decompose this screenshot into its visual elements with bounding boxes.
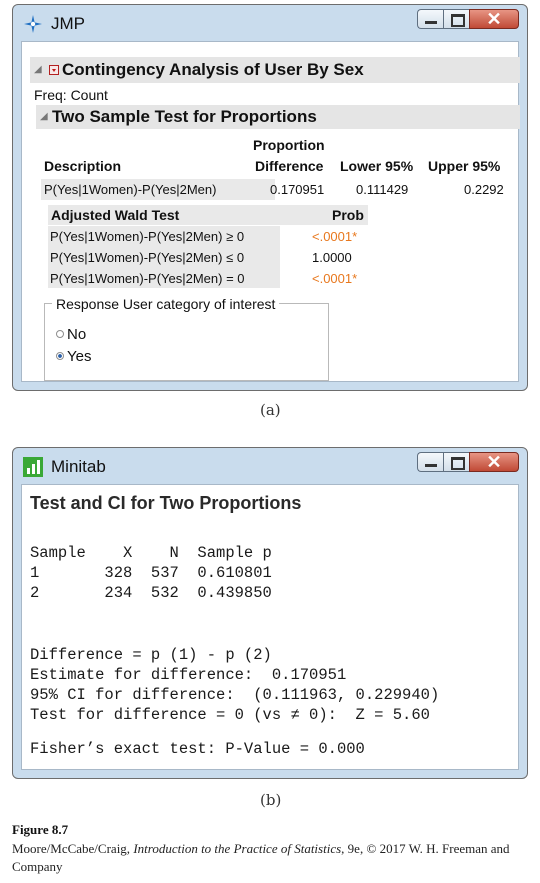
- response-groupbox: [44, 303, 329, 381]
- minitab-session-area: Test and CI for Two Proportions Sample X…: [21, 484, 519, 770]
- session-heading: Test and CI for Two Proportions: [30, 493, 302, 513]
- maximize-icon: [451, 14, 465, 27]
- close-button[interactable]: ✕: [469, 9, 519, 29]
- output-line: Sample X N Sample p: [30, 544, 272, 562]
- caption-a: (a): [260, 401, 281, 419]
- window-controls: ✕: [417, 452, 519, 472]
- figure-label: Figure 8.7: [12, 822, 69, 837]
- output-line: 1 328 537 0.610801: [30, 564, 272, 582]
- report-title: Contingency Analysis of User By Sex: [62, 60, 364, 79]
- output-line: Difference = p (1) - p (2): [30, 646, 272, 664]
- jmp-star-icon: [24, 15, 42, 33]
- jmp-titlebar[interactable]: JMP ✕: [13, 5, 527, 41]
- report-header[interactable]: ◢ Contingency Analysis of User By Sex: [30, 57, 520, 83]
- output-line: Test for difference = 0 (vs ≠ 0): Z = 5.…: [30, 706, 430, 724]
- output-line: 95% CI for difference: (0.111963, 0.2299…: [30, 686, 440, 704]
- close-icon: ✕: [486, 9, 502, 29]
- minimize-button[interactable]: [417, 452, 443, 472]
- credit-authors: Moore/McCabe/Craig,: [12, 841, 134, 856]
- wald-row-prob: 1.0000: [312, 250, 352, 265]
- col-header-lower: Lower 95%: [340, 158, 414, 174]
- freq-label: Freq: Count: [34, 87, 108, 103]
- wald-row-test: P(Yes|1Women)-P(Yes|2Men) ≥ 0: [50, 229, 245, 244]
- figure-credit: Moore/McCabe/Craig, Introduction to the …: [12, 840, 532, 876]
- wald-row-test: P(Yes|1Women)-P(Yes|2Men) = 0: [50, 271, 245, 286]
- wald-col-test: Adjusted Wald Test: [51, 207, 180, 223]
- col-header-proportion: Proportion: [253, 137, 325, 153]
- jmp-window: JMP ✕ ◢ Contingency Analysis of User By …: [12, 4, 528, 391]
- maximize-button[interactable]: [443, 9, 469, 29]
- minimize-icon: [425, 21, 437, 24]
- credit-book: Introduction to the Practice of Statisti…: [133, 841, 342, 856]
- close-button[interactable]: ✕: [469, 452, 519, 472]
- minitab-titlebar[interactable]: Minitab ✕: [13, 448, 527, 484]
- minimize-button[interactable]: [417, 9, 443, 29]
- radio-yes[interactable]: [56, 352, 64, 360]
- disclosure-icon[interactable]: ◢: [34, 64, 42, 75]
- disclosure-icon[interactable]: ◢: [40, 111, 48, 122]
- section-title: Two Sample Test for Proportions: [52, 107, 317, 126]
- bar-chart-icon: [23, 457, 43, 477]
- wald-row-prob: <.0001*: [312, 271, 358, 286]
- row-upper: 0.2292: [464, 182, 504, 197]
- wald-col-prob: Prob: [332, 207, 364, 223]
- maximize-button[interactable]: [443, 452, 469, 472]
- row-difference: 0.170951: [270, 182, 325, 197]
- window-title: Minitab: [51, 457, 106, 476]
- window-controls: ✕: [417, 9, 519, 29]
- radio-no[interactable]: [56, 330, 64, 338]
- section-header[interactable]: ◢ Two Sample Test for Proportions: [36, 105, 520, 129]
- wald-row-prob: <.0001*: [312, 229, 358, 244]
- row-description: P(Yes|1Women)-P(Yes|2Men): [44, 182, 217, 197]
- col-header-upper: Upper 95%: [428, 158, 501, 174]
- wald-row-test: P(Yes|1Women)-P(Yes|2Men) ≤ 0: [50, 250, 245, 265]
- minitab-window: Minitab ✕ Test and CI for Two Proportion…: [12, 447, 528, 779]
- output-line: 2 234 532 0.439850: [30, 584, 272, 602]
- jmp-report-area: ◢ Contingency Analysis of User By Sex Fr…: [21, 41, 520, 382]
- radio-no-label[interactable]: No: [67, 326, 86, 343]
- minimize-icon: [425, 464, 437, 467]
- close-icon: ✕: [486, 452, 502, 472]
- response-legend: Response User category of interest: [52, 296, 280, 312]
- red-triangle-menu-icon[interactable]: [49, 65, 59, 75]
- caption-b: (b): [260, 791, 282, 809]
- radio-yes-label[interactable]: Yes: [67, 348, 91, 365]
- row-lower: 0.111429: [356, 182, 409, 197]
- col-header-description: Description: [44, 158, 122, 174]
- output-line: Fisher’s exact test: P-Value = 0.000: [30, 740, 365, 758]
- window-title: JMP: [51, 14, 85, 33]
- maximize-icon: [451, 457, 465, 470]
- col-header-difference: Difference: [255, 158, 324, 174]
- output-line: Estimate for difference: 0.170951: [30, 666, 347, 684]
